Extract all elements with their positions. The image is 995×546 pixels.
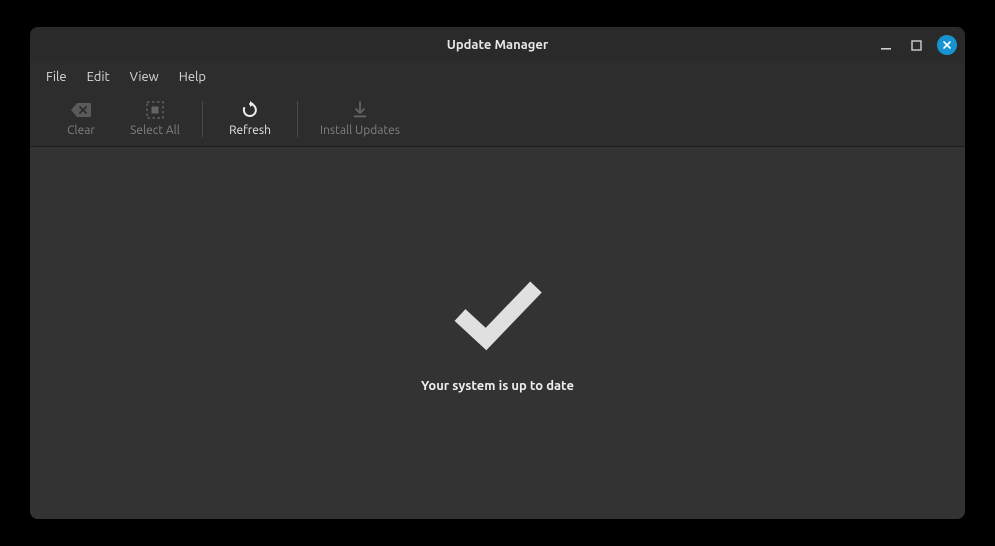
clear-icon bbox=[70, 100, 92, 120]
refresh-icon bbox=[241, 100, 259, 120]
menu-edit[interactable]: Edit bbox=[77, 66, 120, 88]
titlebar: Update Manager bbox=[30, 27, 965, 63]
menu-file[interactable]: File bbox=[36, 66, 77, 88]
toolbar-separator-2 bbox=[297, 101, 298, 137]
install-icon bbox=[352, 100, 368, 120]
select-all-icon bbox=[146, 100, 164, 120]
maximize-button[interactable] bbox=[907, 36, 925, 54]
update-manager-window: Update Manager File Edit View Help bbox=[30, 27, 965, 519]
select-all-button[interactable]: Select All bbox=[118, 96, 192, 141]
clear-button[interactable]: Clear bbox=[44, 96, 118, 141]
install-updates-label: Install Updates bbox=[320, 124, 400, 137]
maximize-icon bbox=[911, 40, 922, 51]
clear-label: Clear bbox=[67, 124, 95, 137]
install-updates-button[interactable]: Install Updates bbox=[308, 96, 412, 141]
menu-view[interactable]: View bbox=[120, 66, 169, 88]
minimize-icon bbox=[880, 39, 892, 51]
close-button[interactable] bbox=[937, 35, 957, 55]
refresh-label: Refresh bbox=[229, 124, 271, 137]
menu-help[interactable]: Help bbox=[169, 66, 216, 88]
close-icon bbox=[942, 40, 952, 50]
window-controls bbox=[877, 27, 957, 63]
toolbar-separator bbox=[202, 101, 203, 137]
checkmark-icon bbox=[450, 273, 546, 357]
toolbar: Clear Select All Refresh bbox=[30, 91, 965, 147]
refresh-button[interactable]: Refresh bbox=[213, 96, 287, 141]
content-area: Your system is up to date bbox=[30, 147, 965, 519]
status-message: Your system is up to date bbox=[421, 379, 574, 393]
window-title: Update Manager bbox=[447, 38, 549, 52]
menubar: File Edit View Help bbox=[30, 63, 965, 91]
minimize-button[interactable] bbox=[877, 36, 895, 54]
select-all-label: Select All bbox=[130, 124, 180, 137]
